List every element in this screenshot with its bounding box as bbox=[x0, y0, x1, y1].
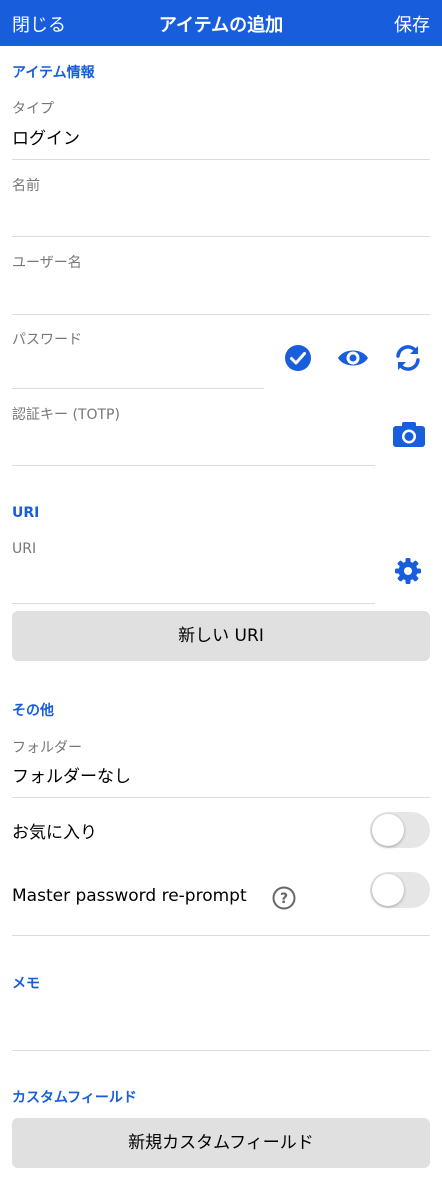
username-input[interactable] bbox=[12, 278, 430, 308]
other-divider bbox=[12, 935, 430, 936]
username-label: ユーザー名 bbox=[12, 255, 82, 271]
section-title-item-info: アイテム情報 bbox=[12, 65, 95, 81]
totp-label: 認証キー (TOTP) bbox=[12, 407, 120, 423]
totp-input[interactable] bbox=[12, 430, 372, 460]
favorite-toggle[interactable] bbox=[370, 812, 430, 848]
refresh-icon[interactable] bbox=[393, 343, 423, 373]
favorite-toggle-knob bbox=[372, 814, 404, 846]
page-title: アイテムの追加 bbox=[158, 15, 284, 36]
uri-input[interactable] bbox=[12, 567, 372, 597]
svg-text:?: ? bbox=[280, 891, 288, 907]
username-divider bbox=[12, 314, 430, 315]
gear-icon[interactable] bbox=[394, 557, 422, 585]
type-label: タイプ bbox=[12, 101, 54, 117]
reprompt-toggle[interactable] bbox=[370, 872, 430, 908]
password-divider bbox=[12, 388, 264, 389]
uri-label: URI bbox=[12, 541, 37, 557]
type-divider bbox=[12, 159, 430, 160]
folder-label: フォルダー bbox=[12, 740, 82, 756]
section-title-custom-fields: カスタムフィールド bbox=[12, 1090, 137, 1106]
section-title-notes: メモ bbox=[12, 976, 40, 992]
folder-divider bbox=[12, 797, 430, 798]
folder-select[interactable]: フォルダーなし bbox=[12, 762, 131, 787]
name-input[interactable] bbox=[12, 200, 430, 230]
check-circle-icon[interactable] bbox=[283, 343, 313, 373]
save-button[interactable]: 保存 bbox=[394, 11, 430, 37]
notes-textarea[interactable] bbox=[12, 1003, 430, 1043]
uri-divider bbox=[12, 603, 375, 604]
eye-icon[interactable] bbox=[336, 343, 370, 373]
question-circle-icon[interactable]: ? bbox=[272, 886, 296, 910]
new-uri-button[interactable]: 新しい URI bbox=[12, 611, 430, 661]
reprompt-toggle-knob bbox=[372, 874, 404, 906]
name-divider bbox=[12, 236, 430, 237]
nav-header: 閉じる アイテムの追加 保存 bbox=[0, 0, 442, 46]
favorite-label: お気に入り bbox=[12, 823, 97, 843]
totp-divider bbox=[12, 465, 375, 466]
camera-icon[interactable] bbox=[392, 419, 426, 449]
password-input[interactable] bbox=[12, 354, 262, 384]
reprompt-label: Master password re-prompt bbox=[12, 886, 247, 906]
password-label: パスワード bbox=[12, 332, 82, 348]
new-custom-field-button[interactable]: 新規カスタムフィールド bbox=[12, 1118, 430, 1168]
notes-divider bbox=[12, 1050, 430, 1051]
type-select[interactable]: ログイン bbox=[12, 124, 80, 149]
section-title-uri: URI bbox=[12, 505, 40, 521]
section-title-other: その他 bbox=[12, 703, 54, 719]
name-label: 名前 bbox=[12, 178, 40, 194]
